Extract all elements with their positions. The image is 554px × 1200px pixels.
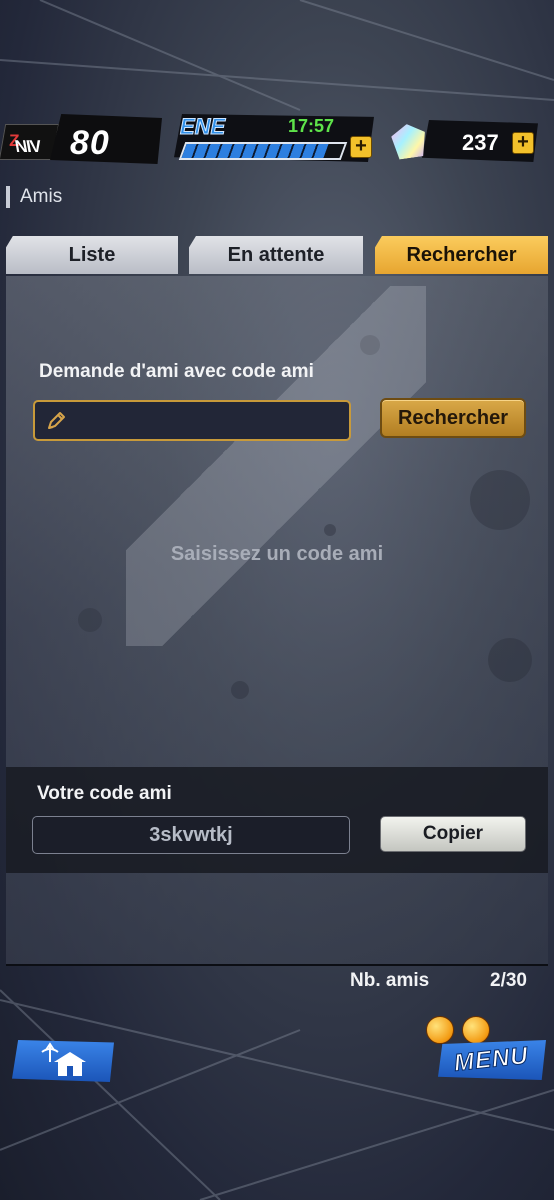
gems-value: 237 [462, 130, 499, 155]
friend-code-input[interactable] [75, 402, 349, 441]
friends-count-value: 2/30 [490, 970, 527, 991]
dragonball-icon [426, 1016, 454, 1044]
tab-bar: Liste En attente Rechercher [6, 236, 548, 276]
energy-timer: 17:57 [288, 116, 335, 136]
level-display: NIV Z 80 [0, 112, 166, 166]
add-gems-button[interactable]: + [512, 132, 534, 154]
energy-bar-fill [181, 144, 329, 158]
friends-count-label: Nb. amis [350, 970, 430, 991]
level-tag: NIV Z [0, 124, 60, 160]
level-value: 80 [70, 124, 110, 162]
tab-liste[interactable]: Liste [6, 236, 178, 274]
search-button[interactable]: Rechercher [380, 398, 526, 438]
home-button[interactable] [12, 1040, 114, 1082]
your-code-value: 3skvwtkj [32, 816, 350, 854]
tab-rechercher[interactable]: Rechercher [375, 236, 548, 274]
panel-decoration [126, 286, 426, 646]
friend-request-label: Demande d'ami avec code ami [39, 361, 314, 382]
friend-code-input-wrapper [33, 400, 351, 441]
dragonball-icon [462, 1016, 490, 1044]
tab-en-attente[interactable]: En attente [189, 236, 363, 274]
your-code-label: Votre code ami [37, 783, 172, 804]
add-energy-button[interactable]: + [350, 136, 372, 158]
menu-button[interactable]: MENU [420, 1012, 548, 1084]
friends-count: Nb. amis 2/30 [350, 970, 527, 992]
energy-label: ENE [179, 114, 226, 140]
copy-button[interactable]: Copier [380, 816, 526, 852]
empty-state-hint: Saisissez un code ami [170, 543, 384, 565]
energy-display: ENE 17:57 + [174, 112, 380, 166]
home-icon [41, 1042, 86, 1076]
page-title: Amis [6, 186, 62, 208]
energy-bar [178, 142, 348, 160]
level-tag-text: NIV [13, 137, 43, 156]
pencil-icon [48, 412, 65, 429]
gem-icon [390, 122, 428, 160]
gems-display: 237 + [392, 114, 542, 168]
